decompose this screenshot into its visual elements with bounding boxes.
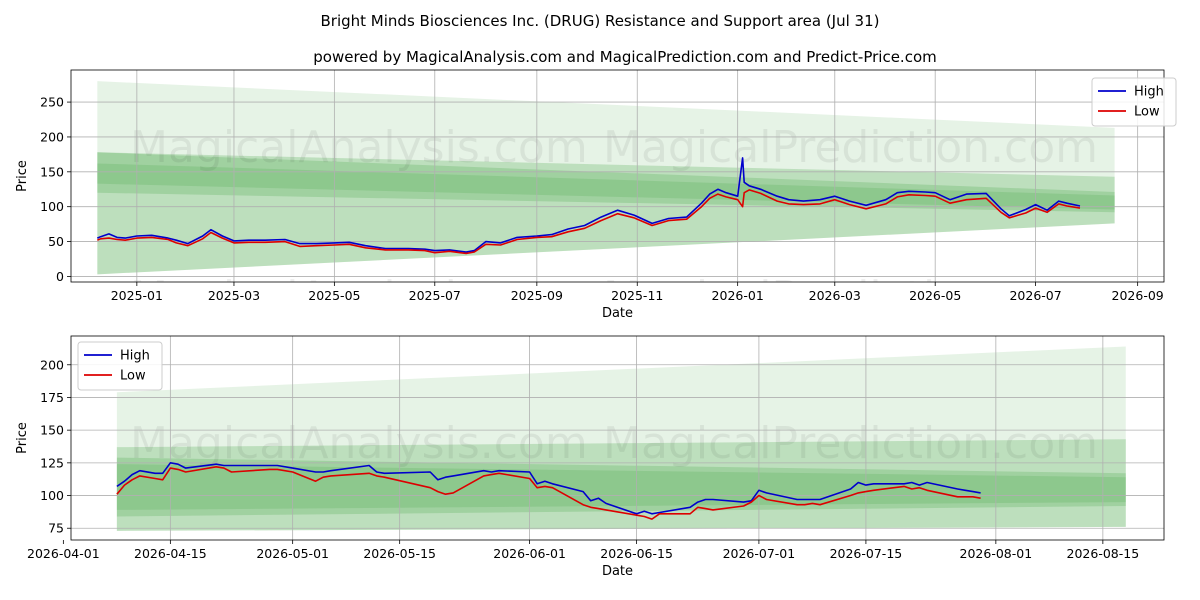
x-tick-label: 2025-09 (511, 288, 563, 303)
x-tick-label: 2026-07-01 (723, 546, 796, 561)
top-price-chart: MagicalAnalysis.com MagicalPrediction.com… (15, 69, 1177, 321)
x-tick-label: 2026-05-01 (256, 546, 329, 561)
watermark-text: MagicalPrediction.com (603, 418, 1098, 469)
x-tick-label: 2026-03 (809, 288, 861, 303)
chart-legend: High Low (77, 341, 163, 391)
x-tick-label: 2026-05 (909, 288, 961, 303)
chart-canvas: Bright Minds Biosciences Inc. (DRUG) Res… (15, 12, 1177, 579)
chart-title: Bright Minds Biosciences Inc. (DRUG) Res… (321, 12, 880, 30)
legend-label-low: Low (1134, 105, 1160, 120)
bottom-price-chart: MagicalAnalysis.com MagicalPrediction.com… (15, 335, 1165, 579)
watermark-text: MagicalAnalysis.com (130, 418, 588, 469)
x-tick-label: 2026-06-15 (600, 546, 673, 561)
x-tick-label: 2026-06-01 (493, 546, 566, 561)
y-axis-label: Price (15, 160, 30, 192)
y-axis-label: Price (15, 422, 30, 454)
x-tick-label: 2026-09 (1112, 288, 1164, 303)
y-tick-label: 100 (40, 488, 64, 503)
watermark-text: MagicalPrediction.com (603, 122, 1098, 173)
legend-label-low: Low (120, 369, 146, 384)
y-tick-label: 125 (40, 455, 64, 470)
x-tick-label: 2026-05-15 (363, 546, 436, 561)
y-tick-label: 175 (40, 390, 64, 405)
y-tick-label: 250 (40, 95, 64, 110)
y-tick-label: 50 (48, 234, 64, 249)
x-tick-label: 2025-05 (308, 288, 360, 303)
x-axis-label: Date (602, 564, 633, 579)
legend-label-high: High (1134, 85, 1164, 100)
legend-label-high: High (120, 349, 150, 364)
x-tick-label: 2026-07 (1009, 288, 1061, 303)
x-tick-label: 2025-03 (208, 288, 260, 303)
y-tick-label: 150 (40, 423, 64, 438)
x-tick-label: 2026-04-01 (27, 546, 100, 561)
x-tick-label: 2026-01 (712, 288, 764, 303)
x-tick-label: 2025-01 (111, 288, 163, 303)
watermark-text: MagicalAnalysis.com (130, 122, 588, 173)
x-tick-label: 2025-07 (409, 288, 461, 303)
chart-subtitle: powered by MagicalAnalysis.com and Magic… (313, 48, 937, 66)
x-tick-label: 2026-08-01 (960, 546, 1033, 561)
y-tick-label: 100 (40, 199, 64, 214)
x-tick-label: 2026-08-15 (1067, 546, 1140, 561)
y-tick-label: 200 (40, 357, 64, 372)
x-tick-label: 2026-04-15 (134, 546, 207, 561)
y-tick-label: 0 (56, 269, 64, 284)
y-tick-label: 200 (40, 129, 64, 144)
y-tick-label: 150 (40, 164, 64, 179)
chart-legend: High Low (1091, 77, 1177, 127)
y-tick-label: 75 (48, 521, 64, 536)
plot-area: MagicalAnalysis.com MagicalPrediction.com… (71, 70, 1164, 282)
x-tick-label: 2026-07-15 (830, 546, 903, 561)
x-tick-label: 2025-11 (611, 288, 663, 303)
x-axis-label: Date (602, 306, 633, 321)
